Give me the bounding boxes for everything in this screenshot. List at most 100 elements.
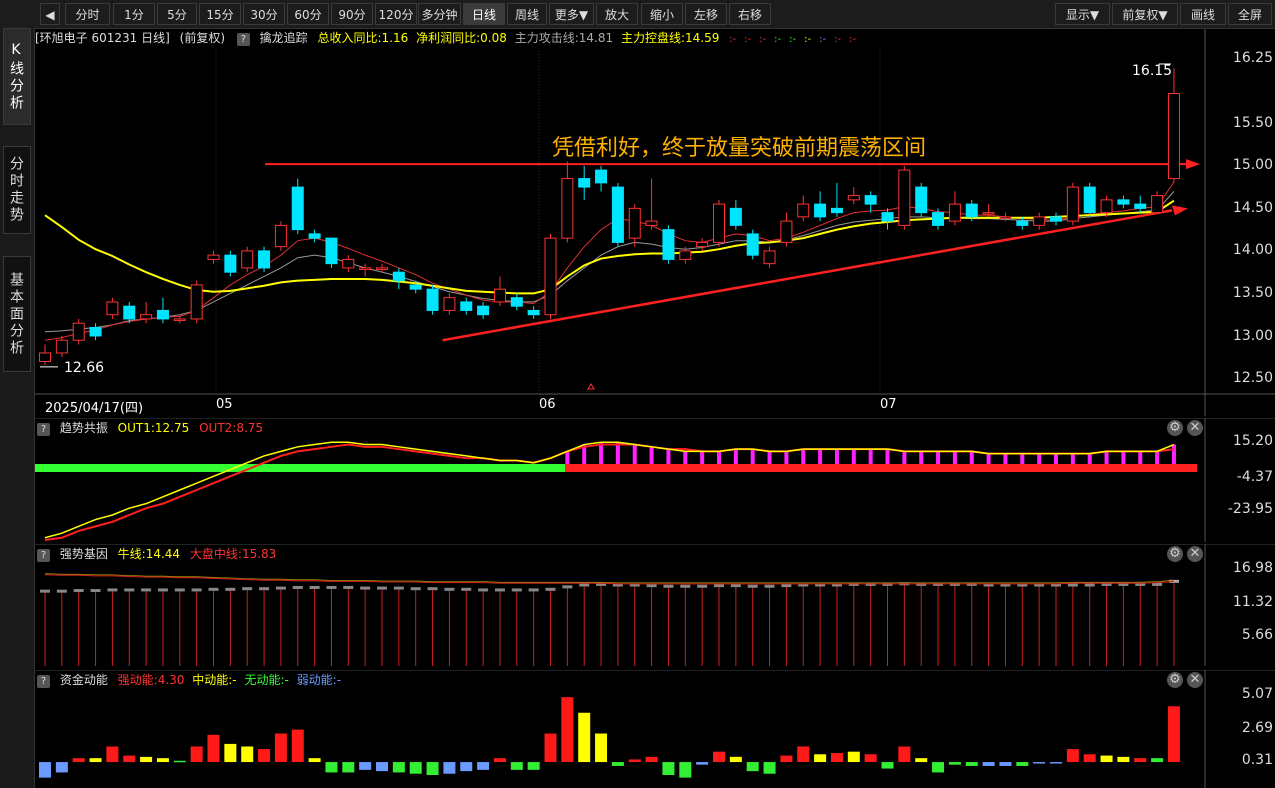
- resonance-stick: [801, 449, 806, 464]
- energy-bar: [1050, 762, 1062, 764]
- energy-bar: [746, 762, 759, 772]
- kline-panel: [环旭电子 601231 日线] (前复权) ? 擒龙追踪 总收入同比:1.16…: [35, 29, 1275, 416]
- candle-body: [325, 237, 338, 265]
- period-button-90min[interactable]: 90分: [331, 3, 373, 25]
- period-button-15min[interactable]: 15分: [199, 3, 241, 25]
- strong-gene-chart[interactable]: [35, 544, 1275, 666]
- date-label-july: 07: [880, 397, 897, 412]
- gene-marker: [141, 588, 152, 592]
- energy-bar: [814, 754, 827, 763]
- kline-chart[interactable]: [35, 29, 1275, 416]
- period-button-daily[interactable]: 日线: [463, 3, 505, 25]
- date-label-may: 05: [216, 397, 233, 412]
- gene-marker: [730, 584, 741, 588]
- energy-bar: [493, 758, 506, 763]
- gene-y-tick: 11.32: [1232, 594, 1273, 610]
- period-button-zoom-in[interactable]: 放大: [596, 3, 638, 25]
- price-y-tick: 13.00: [1232, 328, 1273, 344]
- trend-resonance-chart[interactable]: [35, 418, 1275, 542]
- candle-body: [881, 212, 894, 222]
- resonance-stick: [733, 449, 738, 464]
- candle-body: [140, 314, 153, 320]
- price-y-tick: 14.00: [1232, 242, 1273, 258]
- resonance-stick: [1104, 451, 1109, 464]
- tab-intraday-trend[interactable]: 分时走势: [3, 146, 31, 234]
- gene-marker: [360, 586, 371, 590]
- capital-momentum-panel: ? 资金动能 强动能:4.30 中动能:- 无动能:- 弱动能:- ⚙ ✕ 5.…: [35, 670, 1275, 788]
- resonance-stick: [632, 444, 637, 464]
- candle-body: [409, 284, 422, 290]
- candle-body: [493, 288, 506, 303]
- tab-kline-analysis[interactable]: K线分析: [3, 28, 31, 125]
- candle-body: [814, 203, 827, 218]
- period-button-weekly[interactable]: 周线: [507, 3, 547, 25]
- energy-bar: [443, 762, 456, 774]
- period-button-multi-minute[interactable]: 多分钟: [418, 3, 461, 25]
- resonance-stick: [1121, 451, 1126, 464]
- candle-body: [628, 207, 641, 239]
- energy-bar: [258, 749, 271, 763]
- price-y-tick: 13.50: [1232, 285, 1273, 301]
- candle-body: [1066, 186, 1079, 222]
- adjust-menu[interactable]: 前复权▼: [1112, 3, 1178, 25]
- resonance-stick: [902, 451, 907, 464]
- gene-marker: [225, 587, 236, 591]
- energy-bar: [679, 762, 692, 778]
- energy-bar: [510, 762, 523, 770]
- candle-body: [696, 241, 709, 248]
- energy-bar: [864, 754, 877, 763]
- resonance-stick: [666, 449, 671, 464]
- period-button-120min[interactable]: 120分: [375, 3, 417, 25]
- gene-marker: [410, 587, 421, 591]
- energy-bar: [1167, 706, 1180, 763]
- resonance-stick: [750, 449, 755, 464]
- period-button-zoom-out[interactable]: 缩小: [641, 3, 683, 25]
- energy-bar: [409, 762, 422, 774]
- tab-fundamental-analysis[interactable]: 基本面分析: [3, 256, 31, 372]
- energy-bar: [376, 762, 388, 772]
- candle-body: [645, 220, 658, 226]
- gene-marker: [326, 585, 337, 589]
- gene-y-tick: 5.66: [1241, 627, 1273, 643]
- candle-body: [611, 186, 624, 243]
- period-button-5min[interactable]: 5分: [157, 3, 197, 25]
- resonance-stick: [1054, 453, 1058, 464]
- gene-marker: [191, 588, 202, 592]
- gene-marker: [208, 587, 219, 591]
- gene-marker: [545, 587, 556, 591]
- energy-bar: [662, 762, 675, 776]
- period-button-1min[interactable]: 1分: [113, 3, 155, 25]
- strong-gene-panel: ? 强势基因 牛线:14.44 大盘中线:15.83 ⚙ ✕ 16.98 11.3…: [35, 544, 1275, 666]
- energy-bar: [763, 762, 776, 774]
- gene-marker: [377, 586, 387, 590]
- display-menu[interactable]: 显示▼: [1055, 3, 1110, 25]
- candle-body: [241, 250, 254, 269]
- period-button-move-right[interactable]: 右移: [729, 3, 771, 25]
- candle-body: [207, 254, 220, 260]
- drawing-button[interactable]: 画线: [1180, 3, 1226, 25]
- high-price-label: 16.15: [1132, 63, 1173, 79]
- resonance-stick: [700, 451, 705, 464]
- capital-momentum-chart[interactable]: [35, 670, 1275, 788]
- energy-bar: [207, 734, 220, 763]
- resonance-stick: [1003, 453, 1008, 464]
- gene-marker: [427, 587, 438, 591]
- gene-marker: [309, 585, 320, 589]
- fullscreen-button[interactable]: 全屏: [1228, 3, 1272, 25]
- energy-bar: [797, 746, 810, 763]
- candle-body: [746, 233, 759, 256]
- period-button-30min[interactable]: 30分: [243, 3, 285, 25]
- period-button-more[interactable]: 更多▼: [549, 3, 594, 25]
- candle-body: [258, 250, 271, 269]
- energy-bar: [847, 751, 860, 763]
- gene-marker: [107, 588, 118, 592]
- period-button-60min[interactable]: 60分: [287, 3, 329, 25]
- candle-body: [55, 339, 68, 354]
- gene-marker: [275, 586, 286, 590]
- energy-bar: [561, 697, 574, 763]
- gene-marker: [764, 584, 775, 588]
- period-button-intraday[interactable]: 分时: [65, 3, 110, 25]
- period-button-move-left[interactable]: 左移: [685, 3, 727, 25]
- collapse-panel-button[interactable]: ◀: [40, 3, 60, 25]
- resonance-stick: [952, 451, 957, 464]
